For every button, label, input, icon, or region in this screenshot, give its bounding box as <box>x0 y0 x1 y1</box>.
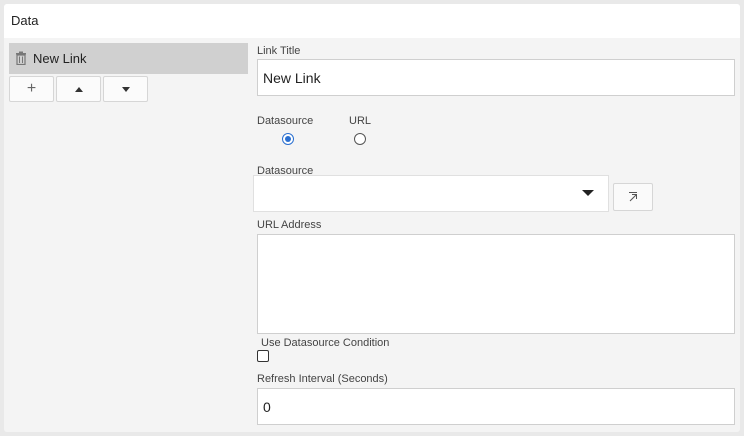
link-title-label: Link Title <box>257 45 301 57</box>
panel-title: Data <box>11 13 39 28</box>
triangle-down-icon <box>121 86 130 92</box>
list-item-new-link[interactable]: New Link <box>9 43 248 74</box>
refresh-interval-label: Refresh Interval (Seconds) <box>257 373 388 385</box>
use-condition-checkbox[interactable] <box>257 350 269 362</box>
radio-datasource-label: Datasource <box>257 115 314 127</box>
caret-down-icon <box>582 190 594 196</box>
trash-icon[interactable] <box>15 51 27 65</box>
radio-url-label: URL <box>349 115 372 127</box>
radio-datasource[interactable] <box>282 133 294 145</box>
triangle-up-icon <box>74 86 83 92</box>
move-up-button[interactable] <box>56 76 101 102</box>
url-address-textarea[interactable] <box>257 234 735 334</box>
link-title-input[interactable] <box>257 59 735 96</box>
plus-icon: + <box>26 80 37 97</box>
list-item-label: New Link <box>33 51 87 66</box>
move-down-button[interactable] <box>103 76 148 102</box>
use-condition-label: Use Datasource Condition <box>261 337 390 349</box>
open-datasource-button[interactable] <box>613 183 653 211</box>
url-address-label: URL Address <box>257 219 322 231</box>
open-external-icon <box>629 192 637 202</box>
refresh-interval-input[interactable] <box>257 388 735 425</box>
radio-url[interactable] <box>354 133 366 145</box>
add-link-button[interactable]: + <box>9 76 54 102</box>
datasource-select[interactable] <box>253 175 609 212</box>
panel-header: Data <box>4 4 740 38</box>
